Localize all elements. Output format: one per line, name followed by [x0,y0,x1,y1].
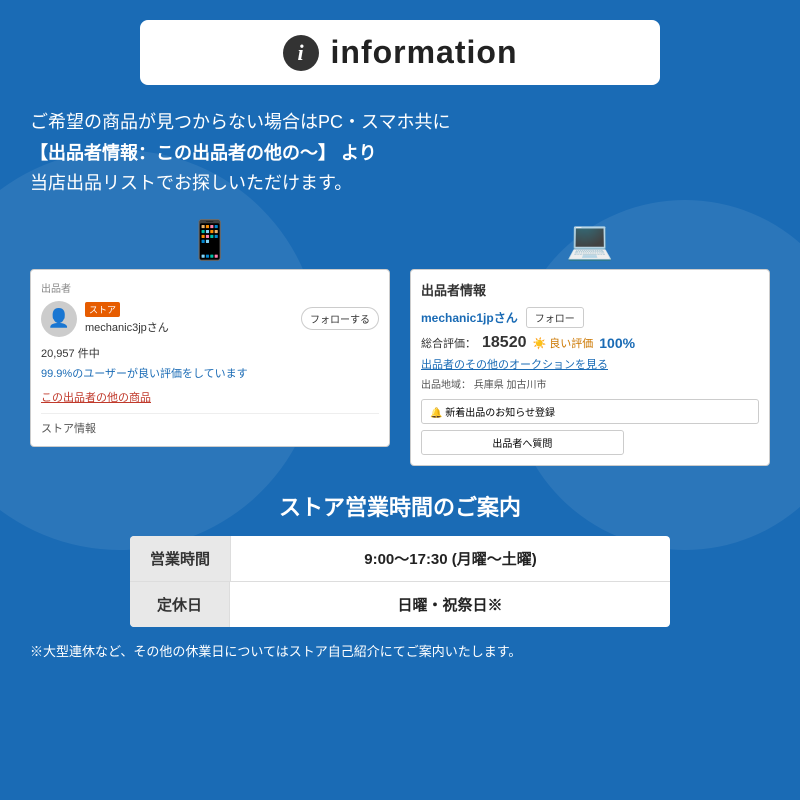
hours-title: ストア営業時間のご案内 [30,490,770,522]
stats-count-sm: 20,957 件中 [41,345,379,361]
hours-table: 営業時間 9:00〜17:30 (月曜〜土曜) 定休日 日曜・祝祭日※ [130,536,670,627]
pc-seller-name: mechanic1jpさん [421,309,518,326]
mobile-screenshot-wrapper: 📱 出品者 👤 ストア mechanic3jpさん フォローする 20,957 … [30,219,390,447]
stats-rating-sm: 99.9%のユーザーが良い評価をしています [41,365,379,381]
store-info-sm: ストア情報 [41,413,379,436]
info-icon [283,35,319,71]
rating-label: 総合評価： [421,335,476,351]
location-value: 兵庫県 加古川市 [474,380,547,391]
pc-seller-header: 出品者情報 [421,280,759,299]
desc-line1: ご希望の商品が見つからない場合はPC・スマホ共に [30,112,450,132]
notify-button[interactable]: 🔔 新着出品のお知らせ登録 [421,399,759,424]
pc-seller-row: mechanic1jpさん フォロー [421,307,759,328]
question-button[interactable]: 出品者へ質問 [421,430,624,455]
computer-icon: 💻 [566,219,613,263]
hours-row-2: 定休日 日曜・祝祭日※ [130,582,670,627]
hours-value-1: 9:00〜17:30 (月曜〜土曜) [231,536,670,581]
desc-line3: 当店出品リストでお探しいただけます。 [30,173,352,193]
pc-screenshot: 出品者情報 mechanic1jpさん フォロー 総合評価： 18520 ☀️ … [410,269,770,466]
screenshots-row: 📱 出品者 👤 ストア mechanic3jpさん フォローする 20,957 … [30,219,770,466]
description-block: ご希望の商品が見つからない場合はPC・スマホ共に 【出品者情報：この出品者の他の… [30,107,770,199]
hours-section: ストア営業時間のご案内 営業時間 9:00〜17:30 (月曜〜土曜) 定休日 … [30,490,770,660]
hours-row-1: 営業時間 9:00〜17:30 (月曜〜土曜) [130,536,670,582]
pc-screenshot-wrapper: 💻 出品者情報 mechanic1jpさん フォロー 総合評価： 18520 ☀… [410,219,770,466]
store-badge-sm: ストア [85,302,120,317]
seller-other-items-link[interactable]: この出品者の他の商品 [41,389,379,405]
seller-name-sm: mechanic3jpさん [85,319,169,335]
smartphone-icon: 📱 [186,219,233,263]
location-row: 出品地域： 兵庫県 加古川市 [421,376,759,391]
avatar-sm: 👤 [41,301,77,337]
good-rating-label: ☀️ 良い評価 [533,335,594,351]
hours-label-1: 営業時間 [130,536,231,581]
desc-line2: 【出品者情報：この出品者の他の〜】 より [30,143,377,163]
location-label: 出品地域： [421,380,471,391]
follow-button-sm[interactable]: フォローする [301,307,379,330]
hours-note: ※大型連休など、その他の休業日についてはストア自己紹介にてご案内いたします。 [30,641,770,660]
good-rating-pct: 100% [599,335,635,351]
mobile-screenshot: 出品者 👤 ストア mechanic3jpさん フォローする 20,957 件中… [30,269,390,447]
seller-info-sm: ストア mechanic3jpさん [85,302,169,335]
seller-label-sm: 出品者 [41,280,379,295]
info-header-box: information [140,20,660,85]
follow-button-pc[interactable]: フォロー [526,307,584,328]
rating-number: 18520 [482,334,527,352]
hours-label-2: 定休日 [130,582,230,627]
hours-value-2: 日曜・祝祭日※ [230,582,670,627]
seller-row-sm: 👤 ストア mechanic3jpさん フォローする [41,301,379,337]
auction-link[interactable]: 出品者のその他のオークションを見る [421,356,759,372]
info-title: information [331,34,518,71]
rating-row: 総合評価： 18520 ☀️ 良い評価 100% [421,334,759,352]
